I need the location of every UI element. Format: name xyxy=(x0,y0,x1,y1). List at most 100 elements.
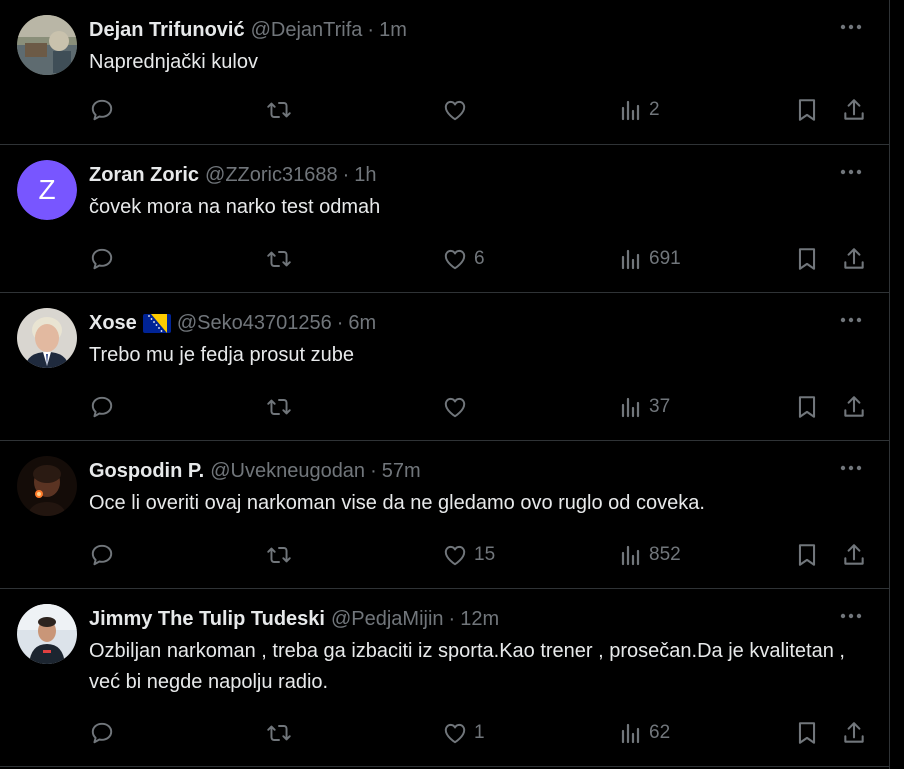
like-count: 1 xyxy=(474,722,485,743)
separator: · xyxy=(370,459,377,482)
avatar[interactable] xyxy=(17,15,77,75)
more-dots-icon[interactable] xyxy=(838,159,864,185)
views-chart-icon xyxy=(619,543,643,567)
tweet[interactable]: Xose @Seko43701256 · 6m Trebo mu je fedj… xyxy=(0,293,890,441)
avatar[interactable] xyxy=(17,604,77,664)
share-button[interactable] xyxy=(841,244,867,274)
retweet-button[interactable] xyxy=(265,718,299,748)
tweet[interactable]: Dejan Trifunović @DejanTrifa · 1m Napred… xyxy=(0,0,890,145)
reply-timeline: Dejan Trifunović @DejanTrifa · 1m Napred… xyxy=(0,0,890,769)
views-count: 852 xyxy=(649,544,681,565)
like-button[interactable] xyxy=(442,392,474,422)
reply-button[interactable] xyxy=(89,392,121,422)
separator: · xyxy=(336,311,344,334)
tweet-header: Jimmy The Tulip Tudeski @PedjaMijin · 12… xyxy=(89,605,499,633)
bookmark-button[interactable] xyxy=(795,540,819,570)
tweet-header: Dejan Trifunović @DejanTrifa · 1m xyxy=(89,16,407,44)
bookmark-icon xyxy=(795,542,819,568)
author-name[interactable]: Jimmy The Tulip Tudeski xyxy=(89,608,325,631)
bookmark-icon xyxy=(795,720,819,746)
author-name[interactable]: Gospodin P. xyxy=(89,460,204,483)
retweet-icon xyxy=(265,246,293,272)
views-chart-icon xyxy=(619,721,643,745)
author-handle[interactable]: @Seko43701256 xyxy=(177,312,332,335)
author-handle[interactable]: @PedjaMijin xyxy=(331,608,444,631)
tweet-actions: 6 691 xyxy=(89,244,879,274)
retweet-button[interactable] xyxy=(265,540,299,570)
author-handle[interactable]: @DejanTrifa xyxy=(251,19,363,42)
bookmark-button[interactable] xyxy=(795,392,819,422)
more-dots-icon[interactable] xyxy=(838,307,864,333)
bookmark-button[interactable] xyxy=(795,718,819,748)
bookmark-icon xyxy=(795,97,819,123)
like-button[interactable]: 1 xyxy=(442,718,485,748)
timestamp[interactable]: 1h xyxy=(354,164,376,187)
retweet-icon xyxy=(265,97,293,123)
views-button[interactable]: 37 xyxy=(619,392,670,422)
more-dots-icon[interactable] xyxy=(838,455,864,481)
reply-button[interactable] xyxy=(89,244,121,274)
bookmark-icon xyxy=(795,246,819,272)
timestamp[interactable]: 12m xyxy=(460,608,499,631)
views-count: 2 xyxy=(649,99,660,120)
timestamp[interactable]: 57m xyxy=(382,460,421,483)
share-button[interactable] xyxy=(841,540,867,570)
avatar[interactable]: Z xyxy=(17,160,77,220)
share-icon xyxy=(841,542,867,568)
share-button[interactable] xyxy=(841,392,867,422)
author-name[interactable]: Zoran Zoric xyxy=(89,164,199,187)
like-count: 6 xyxy=(474,248,485,269)
avatar[interactable] xyxy=(17,308,77,368)
author-name[interactable]: Xose xyxy=(89,312,137,335)
more-dots-icon[interactable] xyxy=(838,14,864,40)
reply-button[interactable] xyxy=(89,95,121,125)
views-button[interactable]: 691 xyxy=(619,244,681,274)
reply-icon xyxy=(89,97,115,123)
reply-icon xyxy=(89,394,115,420)
separator: · xyxy=(367,18,375,41)
tweet-text: Naprednjački kulov xyxy=(89,51,258,73)
avatar[interactable] xyxy=(17,456,77,516)
retweet-button[interactable] xyxy=(265,244,299,274)
tweet-text: Trebo mu je fedja prosut zube xyxy=(89,344,354,366)
like-button[interactable] xyxy=(442,95,474,125)
share-icon xyxy=(841,246,867,272)
like-button[interactable]: 6 xyxy=(442,244,485,274)
reply-button[interactable] xyxy=(89,540,121,570)
tweet-actions: 15 852 xyxy=(89,540,879,570)
bookmark-icon xyxy=(795,394,819,420)
retweet-icon xyxy=(265,720,293,746)
heart-icon xyxy=(442,394,468,420)
tweet[interactable]: Gospodin P. @Uvekneugodan · 57m Oce li o… xyxy=(0,441,890,589)
tweet-header: Zoran Zoric @ZZoric31688 · 1h xyxy=(89,161,377,189)
views-chart-icon xyxy=(619,395,643,419)
retweet-button[interactable] xyxy=(265,392,299,422)
share-icon xyxy=(841,720,867,746)
tweet-text: Ozbiljan narkoman , treba ga izbaciti iz… xyxy=(89,640,845,693)
share-icon xyxy=(841,97,867,123)
views-count: 37 xyxy=(649,396,671,417)
heart-icon xyxy=(442,246,468,272)
timestamp[interactable]: 6m xyxy=(348,312,376,335)
like-button[interactable]: 15 xyxy=(442,540,495,570)
bookmark-button[interactable] xyxy=(795,244,819,274)
more-dots-icon[interactable] xyxy=(838,603,864,629)
author-handle[interactable]: @Uvekneugodan xyxy=(210,460,365,483)
separator: · xyxy=(448,607,456,630)
share-button[interactable] xyxy=(841,95,867,125)
tweet[interactable]: Z Zoran Zoric @ZZoric31688 · 1h čovek mo… xyxy=(0,145,890,293)
bookmark-button[interactable] xyxy=(795,95,819,125)
views-button[interactable]: 62 xyxy=(619,718,670,748)
tweet-header: Xose @Seko43701256 · 6m xyxy=(89,309,376,337)
views-button[interactable]: 852 xyxy=(619,540,681,570)
author-name[interactable]: Dejan Trifunović xyxy=(89,19,245,42)
tweet[interactable]: Jimmy The Tulip Tudeski @PedjaMijin · 12… xyxy=(0,589,890,767)
views-button[interactable]: 2 xyxy=(619,95,660,125)
timestamp[interactable]: 1m xyxy=(379,19,407,42)
reply-button[interactable] xyxy=(89,718,121,748)
heart-icon xyxy=(442,542,468,568)
author-handle[interactable]: @ZZoric31688 xyxy=(205,164,338,187)
share-button[interactable] xyxy=(841,718,867,748)
tweet-text: Oce li overiti ovaj narkoman vise da ne … xyxy=(89,492,705,514)
retweet-button[interactable] xyxy=(265,95,299,125)
